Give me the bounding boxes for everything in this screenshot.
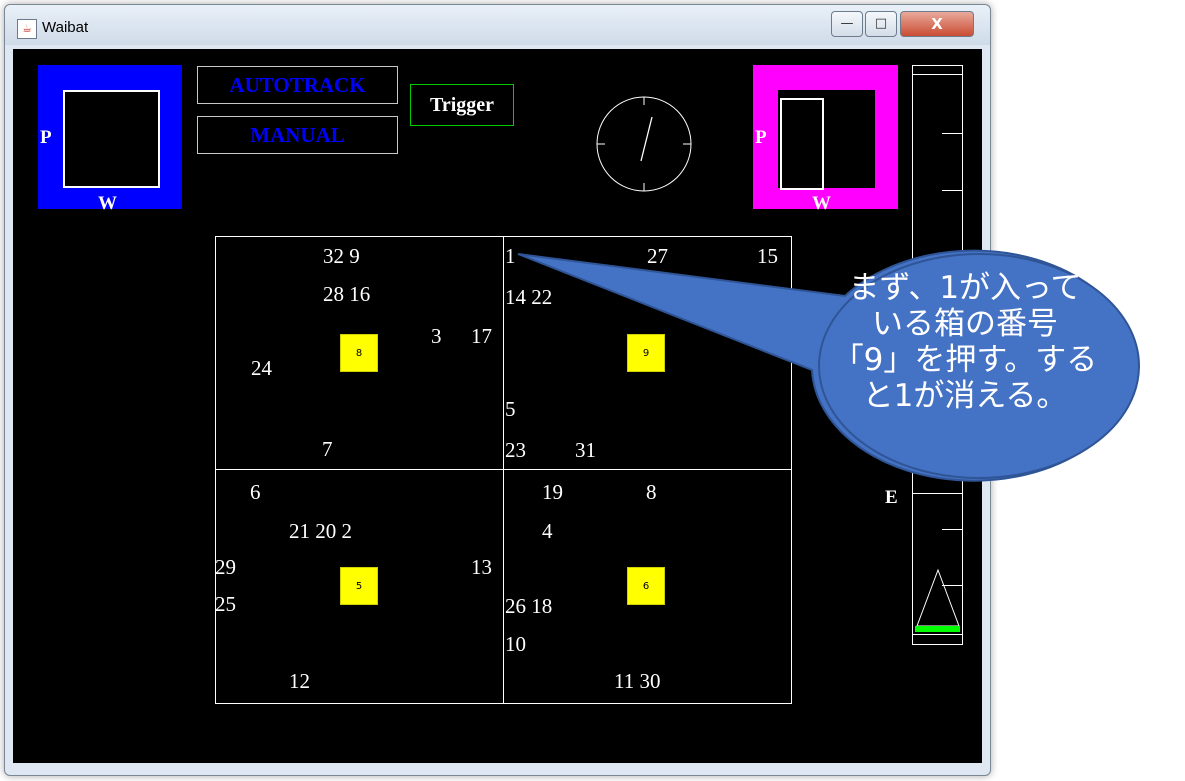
title-bar[interactable]: ☕ Waibat — □ X: [5, 5, 990, 45]
number-label: 17: [471, 324, 492, 348]
gauge-tick: [942, 133, 962, 134]
trigger-button[interactable]: Trigger: [410, 84, 514, 126]
close-button[interactable]: X: [900, 11, 974, 37]
gauge-tick: [913, 74, 962, 75]
number-label: 14 22: [505, 285, 553, 309]
number-label: 5: [505, 397, 516, 421]
grid-divider-horizontal: [215, 469, 792, 470]
number-label: 29: [215, 555, 236, 579]
gauge-pointer-icon: [916, 568, 960, 627]
number-label: 19: [542, 480, 563, 504]
number-label: 7: [322, 437, 333, 461]
number-label: 28 16: [323, 282, 371, 306]
number-label: 26 18: [505, 594, 553, 618]
number-label: 27: [647, 244, 668, 268]
right-w-label: W: [812, 193, 831, 214]
java-icon: ☕: [17, 19, 37, 39]
window-title: Waibat: [42, 19, 89, 36]
gauge-tick: [913, 634, 962, 635]
gauge-tick: [942, 529, 962, 530]
number-label: 10: [505, 632, 526, 656]
box-5-button[interactable]: 5: [340, 567, 378, 605]
minimize-button[interactable]: —: [831, 11, 863, 37]
maximize-button[interactable]: □: [865, 11, 897, 37]
gauge-e-label: E: [885, 487, 898, 508]
number-label: 3: [431, 324, 442, 348]
number-label: 15: [757, 244, 778, 268]
left-window-frame: [63, 90, 160, 188]
number-label: 32 9: [323, 244, 360, 268]
right-p-label: P: [755, 127, 767, 148]
callout-text: まず、1が入って いる箱の番号 「9」を押す。する と1が消える。: [810, 270, 1120, 414]
right-target-frame: [780, 98, 824, 190]
autotrack-button[interactable]: AUTOTRACK: [197, 66, 398, 104]
grid-divider-vertical: [503, 236, 504, 704]
clock-dial: [596, 96, 692, 192]
gauge-tick: [913, 493, 962, 494]
number-label: 23: [505, 438, 526, 462]
number-label: 13: [471, 555, 492, 579]
callout-line: まず、1が入って: [848, 270, 1082, 306]
number-label: 8: [646, 480, 657, 504]
gauge-level: [915, 626, 960, 632]
callout-line: 「9」を押す。する: [832, 342, 1098, 378]
manual-button[interactable]: MANUAL: [197, 116, 398, 154]
box-8-button[interactable]: 8: [340, 334, 378, 372]
number-label: 12: [289, 669, 310, 693]
box-9-button[interactable]: 9: [627, 334, 665, 372]
left-w-label: W: [98, 193, 117, 214]
number-label: 24: [251, 356, 272, 380]
gauge-tick: [942, 190, 962, 191]
callout-line: いる箱の番号: [872, 306, 1058, 342]
left-position-indicator: P W: [38, 65, 182, 214]
left-p-label: P: [40, 127, 52, 148]
right-position-indicator: P W: [753, 65, 898, 214]
callout-line: と1が消える。: [862, 378, 1068, 414]
number-label: 6: [250, 480, 261, 504]
number-label: 25: [215, 592, 236, 616]
number-label: 4: [542, 519, 553, 543]
number-label: 21 20 2: [289, 519, 352, 543]
box-6-button[interactable]: 6: [627, 567, 665, 605]
number-label: 11 30: [614, 669, 661, 693]
number-label: 1: [505, 244, 516, 268]
number-label: 31: [575, 438, 596, 462]
